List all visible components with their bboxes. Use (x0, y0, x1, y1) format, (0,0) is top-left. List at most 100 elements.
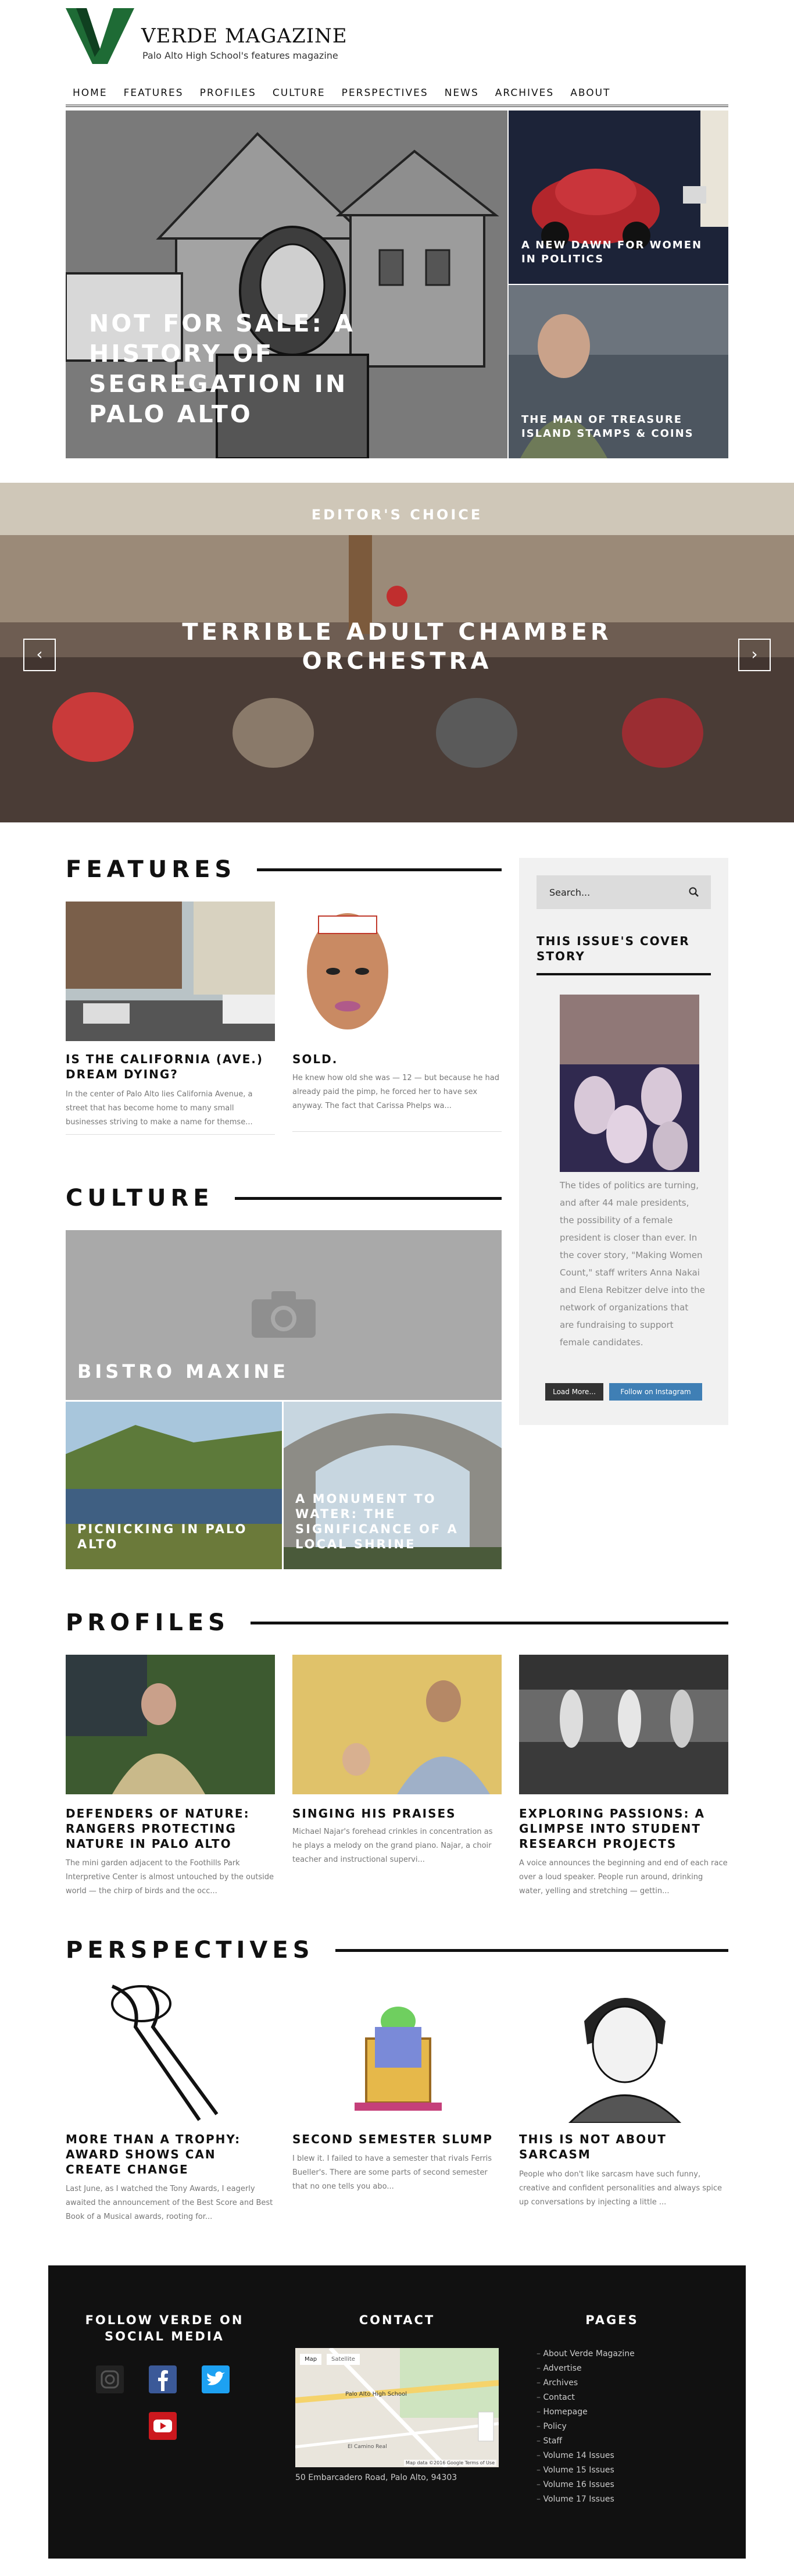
map-place-label: Palo Alto High School (345, 2391, 407, 2397)
culture-story[interactable]: PICNICKING IN PALO ALTO (66, 1402, 282, 1569)
page-link[interactable]: Advertise (537, 2361, 635, 2376)
profile-excerpt: Michael Najar's forehead crinkles in con… (292, 1827, 493, 1864)
cover-image[interactable] (560, 995, 699, 1172)
twitter-icon[interactable] (202, 2365, 230, 2393)
cover-story-text: The tides of politics are turning, and a… (560, 1180, 705, 1348)
verde-logo[interactable] (66, 8, 134, 64)
section-title: PERSPECTIVES (66, 1937, 314, 1964)
cover-story-heading: THIS ISSUE'S COVER STORY (537, 934, 711, 975)
culture-main-story[interactable]: BISTRO MAXINE (66, 1230, 502, 1400)
profile-title[interactable]: DEFENDERS OF NATURE: RANGERS PROTECTING … (66, 1806, 275, 1851)
trophy-illustration (111, 1984, 219, 2121)
map-tab-satellite[interactable]: Satellite (327, 2354, 360, 2365)
site-header: VERDE MAGAZINE Palo Alto High School's f… (66, 8, 728, 66)
page-link[interactable]: Contact (537, 2390, 635, 2405)
section-rule (335, 1948, 728, 1952)
address-text: 50 Embarcadero Road, Palo Alto, 94303 (295, 2473, 457, 2482)
sidebar: Search... THIS ISSUE'S COVER STORY The t… (519, 858, 728, 1425)
culture-story-title[interactable]: PICNICKING IN PALO ALTO (77, 1522, 263, 1552)
map-attribution: Map data ©2016 Google Terms of Use (404, 2460, 496, 2466)
nav-about[interactable]: ABOUT (562, 81, 618, 99)
slide-title[interactable]: TERRIBLE ADULT CHAMBER ORCHESTRA (135, 618, 659, 676)
profile-image[interactable] (292, 1655, 502, 1794)
face-illustration (307, 913, 388, 1029)
profile-image[interactable] (66, 1655, 275, 1794)
hero-side-story[interactable]: THE MAN OF TREASURE ISLAND STAMPS & COIN… (509, 285, 728, 458)
perspective-title[interactable]: THIS IS NOT ABOUT SARCASM (519, 2132, 728, 2162)
feature-excerpt: In the center of Palo Alto lies Californ… (66, 1090, 253, 1127)
brand-tagline: Palo Alto High School's features magazin… (142, 50, 338, 61)
main-nav: HOME FEATURES PROFILES CULTURE PERSPECTI… (66, 81, 728, 107)
feature-image[interactable] (292, 902, 403, 1041)
slider-next-button[interactable]: › (738, 639, 771, 671)
slider-prev-button[interactable]: ‹ (23, 639, 56, 671)
culture-heading: CULTURE (66, 1185, 502, 1212)
culture-story[interactable]: A MONUMENT TO WATER: THE SIGNIFICANCE OF… (284, 1402, 502, 1569)
nav-perspectives[interactable]: PERSPECTIVES (334, 81, 437, 99)
perspective-image[interactable] (101, 1980, 228, 2123)
editors-choice-slider[interactable]: EDITOR'S CHOICE TERRIBLE ADULT CHAMBER O… (0, 483, 794, 822)
editors-choice-label: EDITOR'S CHOICE (311, 507, 483, 523)
feature-image[interactable] (66, 902, 275, 1041)
page-link[interactable]: Volume 15 Issues (537, 2463, 635, 2478)
page-link[interactable]: Archives (537, 2376, 635, 2390)
page-link[interactable]: Staff (537, 2434, 635, 2449)
follow-instagram-button[interactable]: Follow on Instagram (609, 1383, 702, 1401)
profile-excerpt: The mini garden adjacent to the Foothill… (66, 1859, 274, 1896)
section-title: PROFILES (66, 1609, 230, 1636)
nav-culture[interactable]: CULTURE (264, 81, 334, 99)
feature-title[interactable]: IS THE CALIFORNIA (AVE.) DREAM DYING? (66, 1052, 275, 1082)
side-story-title[interactable]: A NEW DAWN FOR WOMEN IN POLITICS (521, 238, 707, 266)
page-link[interactable]: Volume 16 Issues (537, 2478, 635, 2492)
section-title: FEATURES (66, 856, 237, 883)
nav-news[interactable]: NEWS (437, 81, 487, 99)
page-link[interactable]: About Verde Magazine (537, 2347, 634, 2361)
youtube-icon[interactable] (149, 2412, 177, 2440)
map-street-label: El Camino Real (348, 2444, 387, 2450)
facebook-icon[interactable] (149, 2365, 177, 2393)
nav-profiles[interactable]: PROFILES (192, 81, 264, 99)
profile-image[interactable] (519, 1655, 728, 1794)
location-map[interactable]: Map Satellite Palo Alto High School El C… (295, 2348, 499, 2467)
contact-heading: CONTACT (359, 2313, 435, 2327)
hero-side-story[interactable]: A NEW DAWN FOR WOMEN IN POLITICS (509, 111, 728, 284)
perspective-title[interactable]: SECOND SEMESTER SLUMP (292, 2132, 502, 2147)
page-link[interactable]: Policy (537, 2420, 635, 2434)
profile-excerpt: A voice announces the beginning and end … (519, 1859, 728, 1896)
page-link[interactable]: Homepage (537, 2405, 635, 2420)
perspective-image[interactable] (552, 1980, 698, 2123)
culture-story-title[interactable]: A MONUMENT TO WATER: THE SIGNIFICANCE OF… (295, 1491, 481, 1552)
chair-illustration (355, 2007, 442, 2111)
card-divider (66, 1134, 275, 1135)
page-link[interactable]: Volume 17 Issues (537, 2492, 635, 2507)
instagram-icon[interactable] (96, 2365, 124, 2393)
side-story-title[interactable]: THE MAN OF TREASURE ISLAND STAMPS & COIN… (521, 413, 707, 441)
perspective-image[interactable] (343, 2004, 453, 2120)
section-rule (257, 868, 502, 871)
perspective-title[interactable]: MORE THAN A TROPHY: AWARD SHOWS CAN CREA… (66, 2132, 275, 2177)
feature-title[interactable]: SOLD. (292, 1052, 502, 1067)
search-icon[interactable] (689, 887, 699, 897)
card-divider (292, 1131, 502, 1132)
perspective-excerpt: Last June, as I watched the Tony Awards,… (66, 2185, 273, 2221)
nav-archives[interactable]: ARCHIVES (487, 81, 562, 99)
hero-main-title[interactable]: NOT FOR SALE: A HISTORY OF SEGREGATION I… (89, 308, 414, 429)
nav-home[interactable]: HOME (66, 81, 116, 99)
map-graphic (295, 2348, 499, 2467)
map-tab-map[interactable]: Map (300, 2354, 322, 2365)
page-link[interactable]: Volume 14 Issues (537, 2449, 635, 2463)
pages-heading: PAGES (585, 2313, 639, 2327)
nav-features[interactable]: FEATURES (116, 81, 192, 99)
pages-list: About Verde Magazine Advertise Archives … (537, 2347, 635, 2507)
culture-main-title[interactable]: BISTRO MAXINE (77, 1360, 289, 1383)
load-more-button[interactable]: Load More... (545, 1383, 603, 1401)
section-rule (234, 1196, 502, 1200)
singer-photo (292, 1655, 502, 1794)
search-input[interactable]: Search... (537, 875, 711, 909)
brand-name: VERDE MAGAZINE (141, 24, 348, 48)
feature-excerpt: He knew how old she was — 12 — but becau… (292, 1074, 499, 1110)
profile-title[interactable]: EXPLORING PASSIONS: A GLIMPSE INTO STUDE… (519, 1806, 728, 1851)
profile-title[interactable]: SINGING HIS PRAISES (292, 1806, 502, 1821)
section-title: CULTURE (66, 1185, 214, 1212)
hero-main-story[interactable]: NOT FOR SALE: A HISTORY OF SEGREGATION I… (66, 111, 507, 458)
